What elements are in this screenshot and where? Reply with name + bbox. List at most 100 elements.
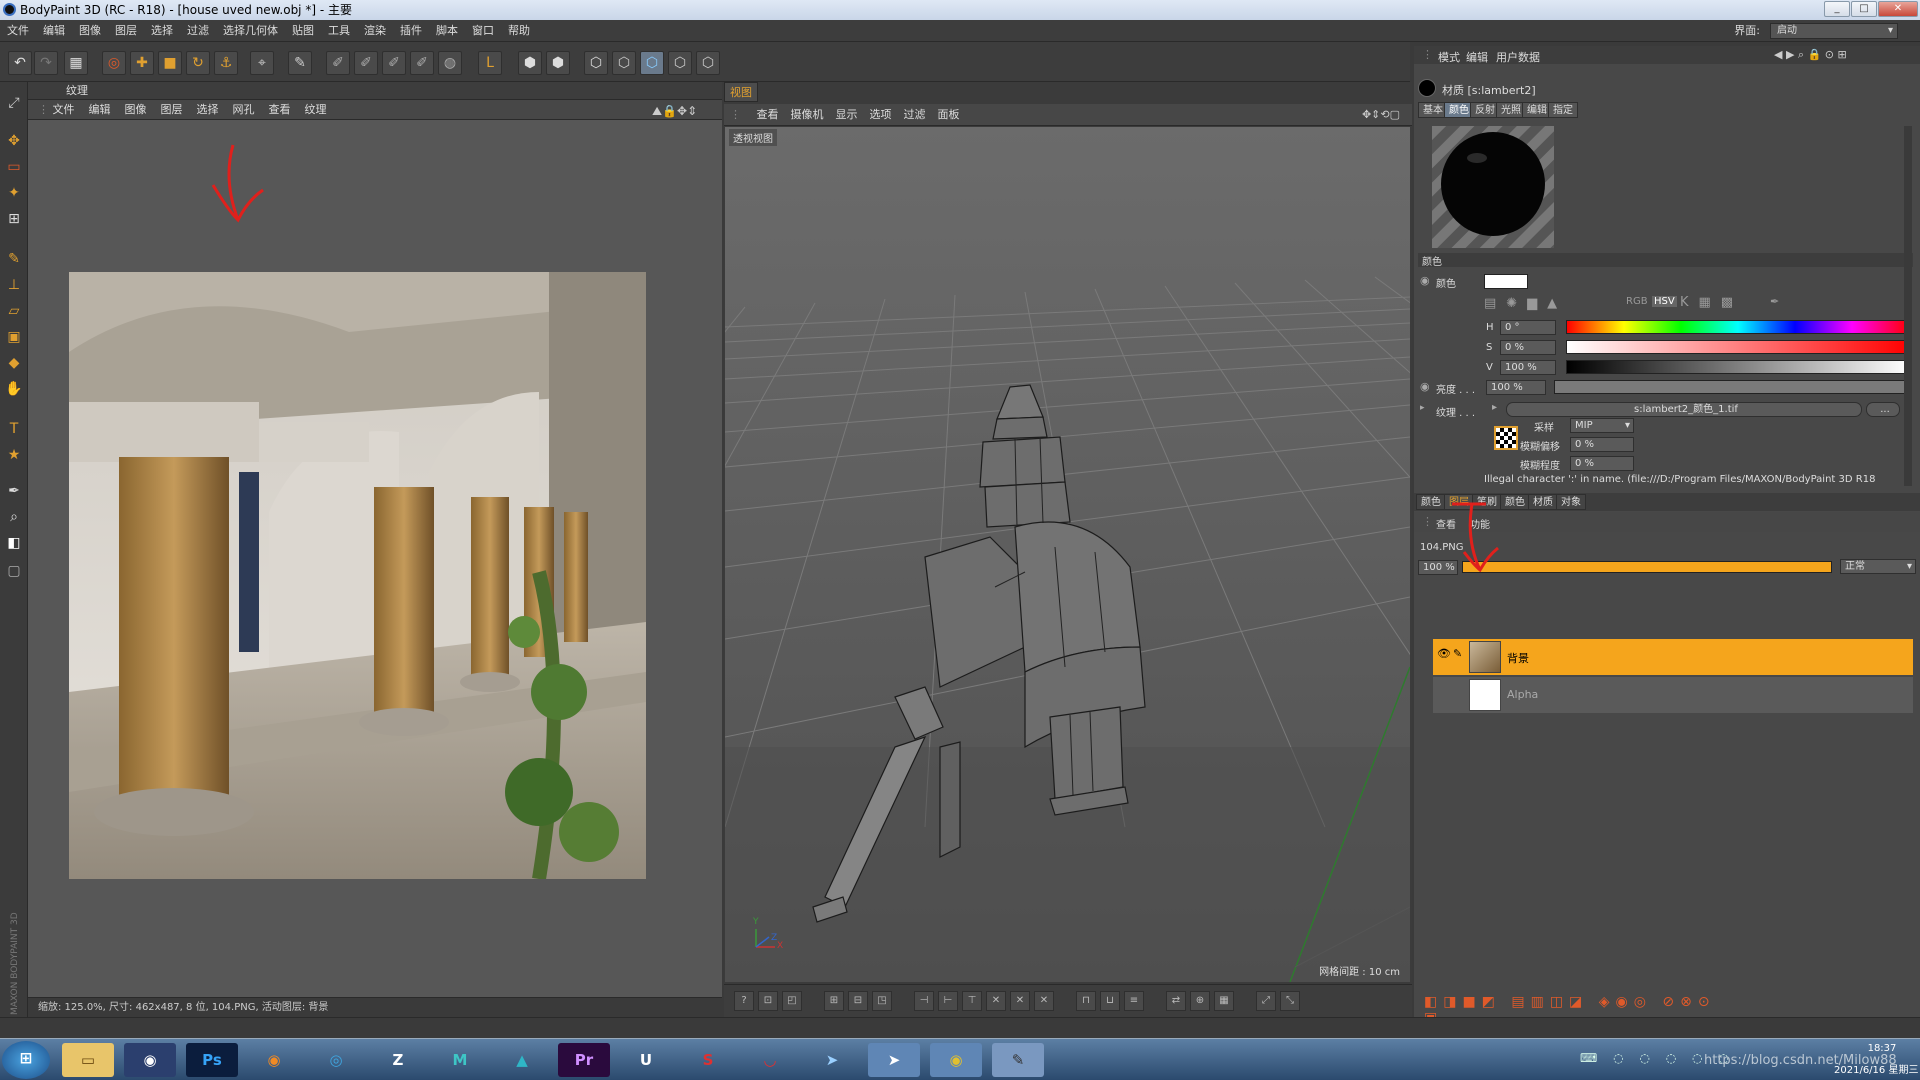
- vp-menu-view[interactable]: 查看: [751, 104, 785, 126]
- texture-b-icon[interactable]: ⬢: [546, 51, 570, 75]
- object-axis-icon[interactable]: ⌖: [250, 51, 274, 75]
- menu-layer[interactable]: 图层: [108, 20, 144, 42]
- vp-tool-2-icon[interactable]: ⊡: [758, 991, 778, 1011]
- layer-row-background[interactable]: 👁 ✎ 背景: [1433, 639, 1913, 675]
- vp-menu-panel[interactable]: 面板: [932, 104, 966, 126]
- vp-tool-1-icon[interactable]: ?: [734, 991, 754, 1011]
- minimize-button[interactable]: _: [1824, 1, 1850, 17]
- saturation-slider[interactable]: [1566, 340, 1910, 354]
- mask-icon[interactable]: ▢: [3, 560, 25, 582]
- attr-menu-userdata[interactable]: 用户数据: [1496, 49, 1540, 65]
- undo-icon[interactable]: ↶: [8, 51, 32, 75]
- brush-d-icon[interactable]: ✐: [410, 51, 434, 75]
- app-blue-icon[interactable]: ◎: [310, 1043, 362, 1077]
- fill-icon[interactable]: ◆: [3, 352, 25, 374]
- move-icon[interactable]: ✚: [130, 51, 154, 75]
- tex-menu-layer[interactable]: 图层: [154, 100, 190, 120]
- cloud-app-icon[interactable]: ◡: [744, 1043, 796, 1077]
- tex-menu-mesh[interactable]: 网孔: [226, 100, 262, 120]
- bodypaint-icon[interactable]: ✎: [992, 1043, 1044, 1077]
- vp-tool-15-icon[interactable]: ≡: [1124, 991, 1144, 1011]
- vp-tool-17-icon[interactable]: ⊕: [1190, 991, 1210, 1011]
- brush-a-icon[interactable]: ✐: [326, 51, 350, 75]
- brush-c-icon[interactable]: ✐: [382, 51, 406, 75]
- substance-icon[interactable]: S: [682, 1043, 734, 1077]
- scroll-icon[interactable]: ⤢: [3, 92, 25, 114]
- anchor-icon[interactable]: ⚓: [214, 51, 238, 75]
- vp-tool-19-icon[interactable]: ⤢: [1256, 991, 1276, 1011]
- maximize-button[interactable]: □: [1851, 1, 1877, 17]
- blur-offset-field[interactable]: 0 %: [1570, 437, 1634, 452]
- vp-tool-18-icon[interactable]: ▦: [1214, 991, 1234, 1011]
- menu-plugins[interactable]: 插件: [393, 20, 429, 42]
- rgb-mode-icon[interactable]: RGB: [1626, 296, 1648, 307]
- menu-image[interactable]: 图像: [72, 20, 108, 42]
- zoom-icon[interactable]: ⌕: [3, 506, 25, 528]
- rotate-icon[interactable]: ↻: [186, 51, 210, 75]
- menu-script[interactable]: 脚本: [429, 20, 465, 42]
- layers-tab-color[interactable]: 颜色: [1416, 494, 1446, 510]
- tex-menu-view[interactable]: 查看: [262, 100, 298, 120]
- texture-arrow-icon[interactable]: ▸: [1492, 402, 1497, 413]
- polygon-select-icon[interactable]: ⊞: [3, 208, 25, 230]
- tex-menu-image[interactable]: 图像: [118, 100, 154, 120]
- viewport-tab[interactable]: 视图: [724, 82, 758, 102]
- sampling-select[interactable]: MIP ▾: [1570, 418, 1634, 433]
- texture-more-button[interactable]: ...: [1866, 402, 1900, 417]
- viewport-nav-icons[interactable]: ✥⇕⟲▢: [1356, 104, 1406, 126]
- texture-file-field[interactable]: s:lambert2_颜色_1.tif: [1506, 402, 1862, 417]
- view-cube-c-icon[interactable]: ⬡: [640, 51, 664, 75]
- menu-select[interactable]: 选择: [144, 20, 180, 42]
- paint-3d-icon[interactable]: ✎: [288, 51, 312, 75]
- layer-row-alpha[interactable]: Alpha: [1433, 677, 1913, 713]
- live-select-icon[interactable]: ◎: [102, 51, 126, 75]
- feishu-icon[interactable]: ➤: [806, 1043, 858, 1077]
- attr-nav-icons[interactable]: ◀ ▶ ⌕ 🔒 ⊙ ⊞: [1774, 48, 1847, 62]
- maya-icon[interactable]: M: [434, 1043, 486, 1077]
- stamp-icon[interactable]: ⊥: [3, 274, 25, 296]
- vp-tool-13-icon[interactable]: ⊓: [1076, 991, 1096, 1011]
- brush-icon[interactable]: ✎: [3, 248, 25, 270]
- text-icon[interactable]: T: [3, 418, 25, 440]
- v-field[interactable]: 100 %: [1500, 360, 1556, 375]
- hue-slider[interactable]: [1566, 320, 1910, 334]
- texture-a-icon[interactable]: ⬢: [518, 51, 542, 75]
- view-cube-a-icon[interactable]: ⬡: [584, 51, 608, 75]
- view-cube-d-icon[interactable]: ⬡: [668, 51, 692, 75]
- tex-menu-edit[interactable]: 编辑: [82, 100, 118, 120]
- explorer-icon[interactable]: ▭: [62, 1043, 114, 1077]
- color-mode-icons[interactable]: ▤✺▆▲: [1484, 296, 1567, 311]
- s-field[interactable]: 0 %: [1500, 340, 1556, 355]
- menu-help[interactable]: 帮助: [501, 20, 537, 42]
- brightness-field[interactable]: 100 %: [1486, 380, 1546, 395]
- vp-menu-display[interactable]: 显示: [830, 104, 864, 126]
- smudge-icon[interactable]: ✋: [3, 378, 25, 400]
- vp-tool-9-icon[interactable]: ⊤: [962, 991, 982, 1011]
- brush-b-icon[interactable]: ✐: [354, 51, 378, 75]
- h-field[interactable]: 0 °: [1500, 320, 1556, 335]
- vp-tool-8-icon[interactable]: ⊢: [938, 991, 958, 1011]
- vp-tool-16-icon[interactable]: ⇄: [1166, 991, 1186, 1011]
- layers-tab-material[interactable]: 材质: [1528, 494, 1558, 510]
- redo-icon[interactable]: ↷: [34, 51, 58, 75]
- tex-menu-select[interactable]: 选择: [190, 100, 226, 120]
- clock-time[interactable]: 18:37: [1850, 1043, 1914, 1054]
- vp-menu-camera[interactable]: 摄像机: [785, 104, 830, 126]
- color-swatch-icon[interactable]: ◧: [3, 532, 25, 554]
- vp-tool-10-icon[interactable]: ✕: [986, 991, 1006, 1011]
- brightness-slider[interactable]: [1554, 380, 1910, 394]
- vp-tool-4-icon[interactable]: ⊞: [824, 991, 844, 1011]
- menu-file[interactable]: 文件: [0, 20, 36, 42]
- layer-visible-eye-icon[interactable]: 👁: [1437, 647, 1451, 660]
- gradient-icon[interactable]: ▣: [3, 326, 25, 348]
- 3dsmax-icon[interactable]: ▲: [496, 1043, 548, 1077]
- vp-menu-options[interactable]: 选项: [864, 104, 898, 126]
- menu-select-geometry[interactable]: 选择几何体: [216, 20, 285, 42]
- vp-tool-14-icon[interactable]: ⊔: [1100, 991, 1120, 1011]
- viewport-3d[interactable]: 透视视图 Y Z X 网格间距 : 10 cm: [725, 127, 1410, 982]
- color-radio-icon[interactable]: ◉: [1420, 274, 1430, 287]
- move-tool-icon[interactable]: ✥: [3, 130, 25, 152]
- menu-render[interactable]: 渲染: [357, 20, 393, 42]
- hsv-mode-icon[interactable]: HSV: [1652, 296, 1677, 307]
- layers-bottom-toolbar-icons[interactable]: ◧◨■◩ ▤▥◫◪ ◈◉◎ ⊘⊗⊙ ▣: [1424, 994, 1724, 1026]
